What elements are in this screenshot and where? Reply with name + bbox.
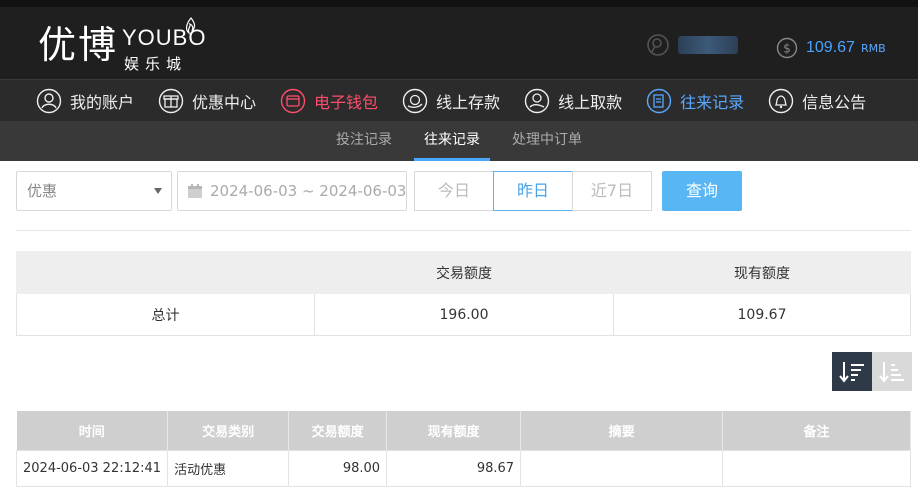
sort-ascending-button[interactable] [872, 352, 912, 391]
summary-transaction-total: 196.00 [314, 293, 614, 336]
transaction-type-select[interactable]: 优惠 [16, 171, 172, 211]
cell-time: 2024-06-03 22:12:41 [15, 449, 169, 487]
tab-bet-records[interactable]: 投注记录 [326, 121, 402, 161]
column-header-summary[interactable]: 摘要 [520, 411, 724, 450]
cell-summary [520, 449, 724, 487]
user-avatar-icon [647, 34, 669, 56]
nav-item-label: 我的账户 [70, 92, 135, 112]
sort-descending-icon [839, 361, 864, 383]
summary-current-total: 109.67 [613, 293, 911, 336]
header: 优博 YOUBO 娱乐城 $ 109.67 RMB [0, 7, 918, 79]
yesterday-button[interactable]: 昨日 [493, 171, 573, 211]
dollar-icon: $ [776, 37, 798, 59]
nav-item-label: 优惠中心 [192, 92, 257, 112]
withdraw-icon [524, 88, 550, 113]
logo-name-cn: 优博 [38, 23, 119, 67]
query-button[interactable]: 查询 [662, 171, 742, 211]
summary-table: 交易额度 现有额度 总计 196.00 109.67 [16, 251, 911, 336]
sort-ascending-icon [879, 361, 904, 383]
transaction-type-value: 优惠 [27, 182, 58, 200]
nav-item-records[interactable]: 往来记录 [646, 88, 744, 114]
nav-item-my-account[interactable]: 我的账户 [36, 88, 134, 114]
sort-controls [832, 352, 912, 391]
records-table: 时间 交易类别 交易额度 现有额度 摘要 备注 2024-06-03 22:12… [15, 411, 911, 487]
logo-subtitle: 娱乐城 [124, 55, 188, 73]
username-masked [678, 36, 738, 54]
sub-nav: 投注记录 往来记录 处理中订单 [0, 121, 918, 161]
today-button[interactable]: 今日 [414, 171, 494, 211]
column-header-amount[interactable]: 交易额度 [288, 411, 388, 450]
nav-item-announcements[interactable]: 信息公告 [768, 88, 866, 114]
nav-item-e-wallet[interactable]: 电子钱包 [280, 88, 378, 114]
svg-text:$: $ [783, 42, 791, 56]
tab-transaction-records[interactable]: 往来记录 [414, 121, 490, 161]
sort-descending-button[interactable] [832, 352, 872, 391]
balance-currency: RMB [860, 41, 886, 55]
cell-amount: 98.00 [288, 449, 388, 487]
summary-header-empty [16, 251, 315, 294]
user-info[interactable] [646, 33, 738, 57]
records-icon [646, 88, 672, 113]
filter-bar: 优惠 2024-06-03 ~ 2024-06-03 今日 昨日 近7日 查询 [16, 171, 911, 211]
table-row: 2024-06-03 22:12:41 活动优惠 98.00 98.67 [15, 449, 911, 487]
tab-pending-orders[interactable]: 处理中订单 [502, 121, 592, 161]
nav-item-withdraw[interactable]: 线上取款 [524, 88, 622, 114]
deposit-icon [402, 88, 428, 113]
wallet-icon [280, 88, 306, 113]
divider [16, 230, 911, 231]
balance-display: $ 109.67 RMB [776, 37, 886, 59]
nav-item-deposit[interactable]: 线上存款 [402, 88, 500, 114]
summary-header-current: 现有额度 [613, 251, 911, 294]
cell-balance: 98.67 [386, 449, 522, 487]
nav-item-label: 线上取款 [558, 92, 623, 112]
nav-item-label: 往来记录 [680, 92, 745, 112]
bell-icon [768, 88, 794, 113]
column-header-remark[interactable]: 备注 [722, 411, 911, 450]
cell-remark [722, 449, 911, 487]
summary-header-transaction: 交易额度 [314, 251, 614, 294]
nav-item-label: 信息公告 [802, 92, 867, 112]
date-range-input[interactable]: 2024-06-03 ~ 2024-06-03 [177, 171, 407, 211]
user-icon [36, 88, 62, 113]
cell-type: 活动优惠 [167, 449, 290, 487]
flame-icon [185, 17, 196, 35]
last-7-days-button[interactable]: 近7日 [572, 171, 652, 211]
main-nav: 我的账户 优惠中心 电子钱包 线上存款 线上取款 往来记录 信息公告 [0, 79, 918, 121]
column-header-balance[interactable]: 现有额度 [386, 411, 522, 450]
nav-item-promotions[interactable]: 优惠中心 [158, 88, 256, 114]
nav-item-label: 电子钱包 [314, 92, 379, 112]
gift-icon [158, 88, 184, 113]
balance-amount: 109.67 [806, 39, 855, 56]
nav-item-label: 线上存款 [436, 92, 501, 112]
top-strip [0, 0, 918, 7]
column-header-type[interactable]: 交易类别 [167, 411, 290, 450]
summary-row-label: 总计 [16, 293, 315, 336]
date-range-value: 2024-06-03 ~ 2024-06-03 [210, 182, 407, 200]
column-header-time[interactable]: 时间 [16, 411, 169, 450]
chevron-down-icon [154, 188, 162, 194]
calendar-icon [188, 184, 202, 198]
